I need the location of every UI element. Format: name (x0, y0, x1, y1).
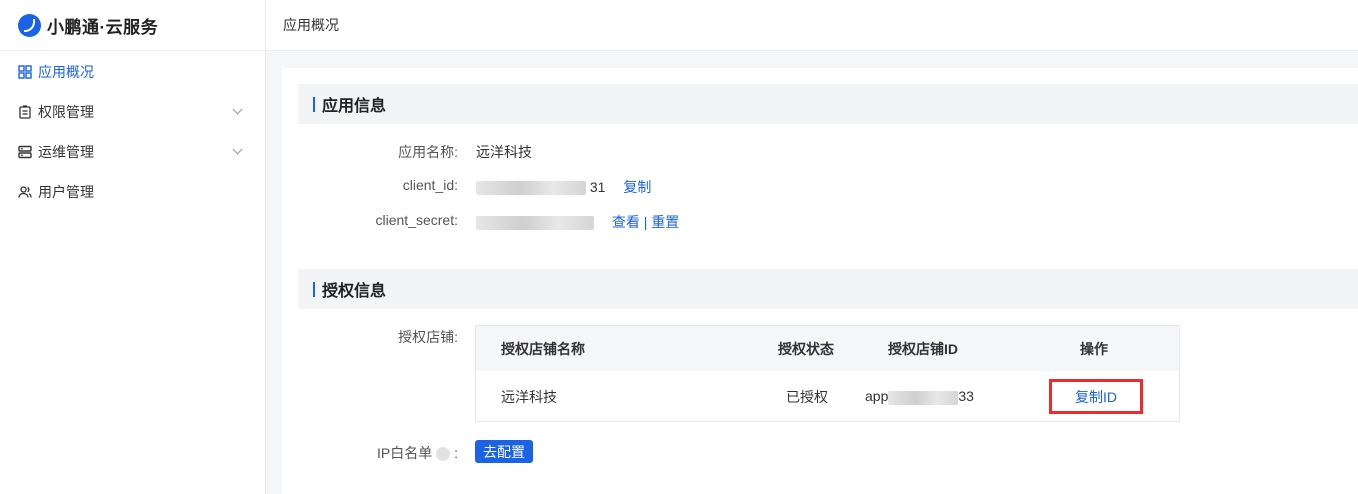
configure-button[interactable]: 去配置 (475, 440, 533, 463)
column-header-shop-id: 授权店铺ID (888, 340, 958, 357)
shop-name-cell: 远洋科技 (501, 388, 557, 405)
sidebar-item-label: 运维管理 (38, 144, 94, 160)
secret-link-separator: | (643, 214, 648, 230)
grid-icon (18, 65, 32, 79)
sidebar-menu: 应用概况 权限管理 运维管理 用户管理 (0, 51, 265, 212)
auth-shops-label: 授权店铺: (398, 329, 458, 345)
section-auth-info-title: 授权信息 (298, 269, 1358, 309)
column-header-shop-name: 授权店铺名称 (501, 340, 585, 357)
client-id-suffix: 31 (589, 179, 606, 195)
copy-id-button[interactable]: 复制ID (1049, 379, 1143, 414)
copy-client-id-link[interactable]: 复制 (623, 179, 651, 195)
sidebar-item-overview[interactable]: 应用概况 (0, 52, 265, 92)
client-id-value: 31 复制 (476, 177, 651, 197)
shop-id-masked (888, 390, 959, 405)
column-header-action: 操作 (1080, 340, 1108, 357)
app-name-label: 应用名称: (398, 144, 458, 160)
status-cell: 已授权 (786, 388, 828, 405)
column-header-status: 授权状态 (778, 340, 834, 357)
brand[interactable]: 小鹏通·云服务 (0, 0, 265, 51)
client-secret-label: client_secret: (375, 212, 458, 228)
sidebar-item-label: 应用概况 (38, 64, 94, 80)
ip-whitelist-colon: : (454, 445, 458, 461)
chevron-down-icon (232, 104, 243, 115)
sidebar-item-label: 权限管理 (38, 104, 94, 120)
top-header: 应用概况 (266, 0, 1358, 51)
shop-id-cell: app 33 (865, 388, 974, 405)
chevron-down-icon (232, 144, 243, 155)
info-icon[interactable] (436, 447, 451, 462)
shop-id-prefix: app (865, 388, 889, 405)
ip-whitelist-text: IP白名单 (376, 445, 433, 461)
table-row: 远洋科技 已授权 app 33 复制ID (476, 371, 1179, 422)
ip-whitelist-label: IP白名单 : (282, 443, 458, 463)
brand-name: 小鹏通·云服务 (47, 17, 159, 37)
clipboard-icon (18, 105, 32, 119)
breadcrumb: 应用概况 (283, 17, 339, 33)
view-secret-link[interactable]: 查看 (612, 214, 640, 230)
sidebar-item-operations[interactable]: 运维管理 (0, 132, 265, 172)
sidebar-item-users[interactable]: 用户管理 (0, 172, 265, 212)
copy-id-label: 复制ID (1075, 388, 1117, 405)
auth-shops-table: 授权店铺名称 授权状态 授权店铺ID 操作 远洋科技 已授权 app 33 复制I… (475, 325, 1180, 422)
shop-id-suffix: 33 (958, 388, 974, 405)
sidebar-item-label: 用户管理 (38, 184, 94, 200)
client-secret-value: 查看 | 重置 (476, 212, 679, 232)
section-app-info-title: 应用信息 (298, 84, 1358, 124)
client-secret-masked (476, 216, 594, 231)
server-icon (18, 145, 32, 159)
sidebar: 小鹏通·云服务 应用概况 权限管理 运维管理 用户管理 (0, 0, 266, 494)
reset-secret-link[interactable]: 重置 (651, 214, 679, 230)
table-header: 授权店铺名称 授权状态 授权店铺ID 操作 (476, 326, 1179, 371)
brand-logo-icon (18, 13, 41, 37)
users-icon (18, 185, 32, 199)
client-id-masked (476, 181, 586, 196)
client-id-label: client_id: (402, 177, 458, 193)
section-title-text: 授权信息 (322, 283, 387, 300)
sidebar-item-permissions[interactable]: 权限管理 (0, 92, 265, 132)
app-name-value: 远洋科技 (476, 144, 532, 160)
main-content: 应用信息 应用名称: 远洋科技 client_id: 31 复制 client_… (282, 68, 1358, 494)
section-title-text: 应用信息 (322, 98, 387, 115)
